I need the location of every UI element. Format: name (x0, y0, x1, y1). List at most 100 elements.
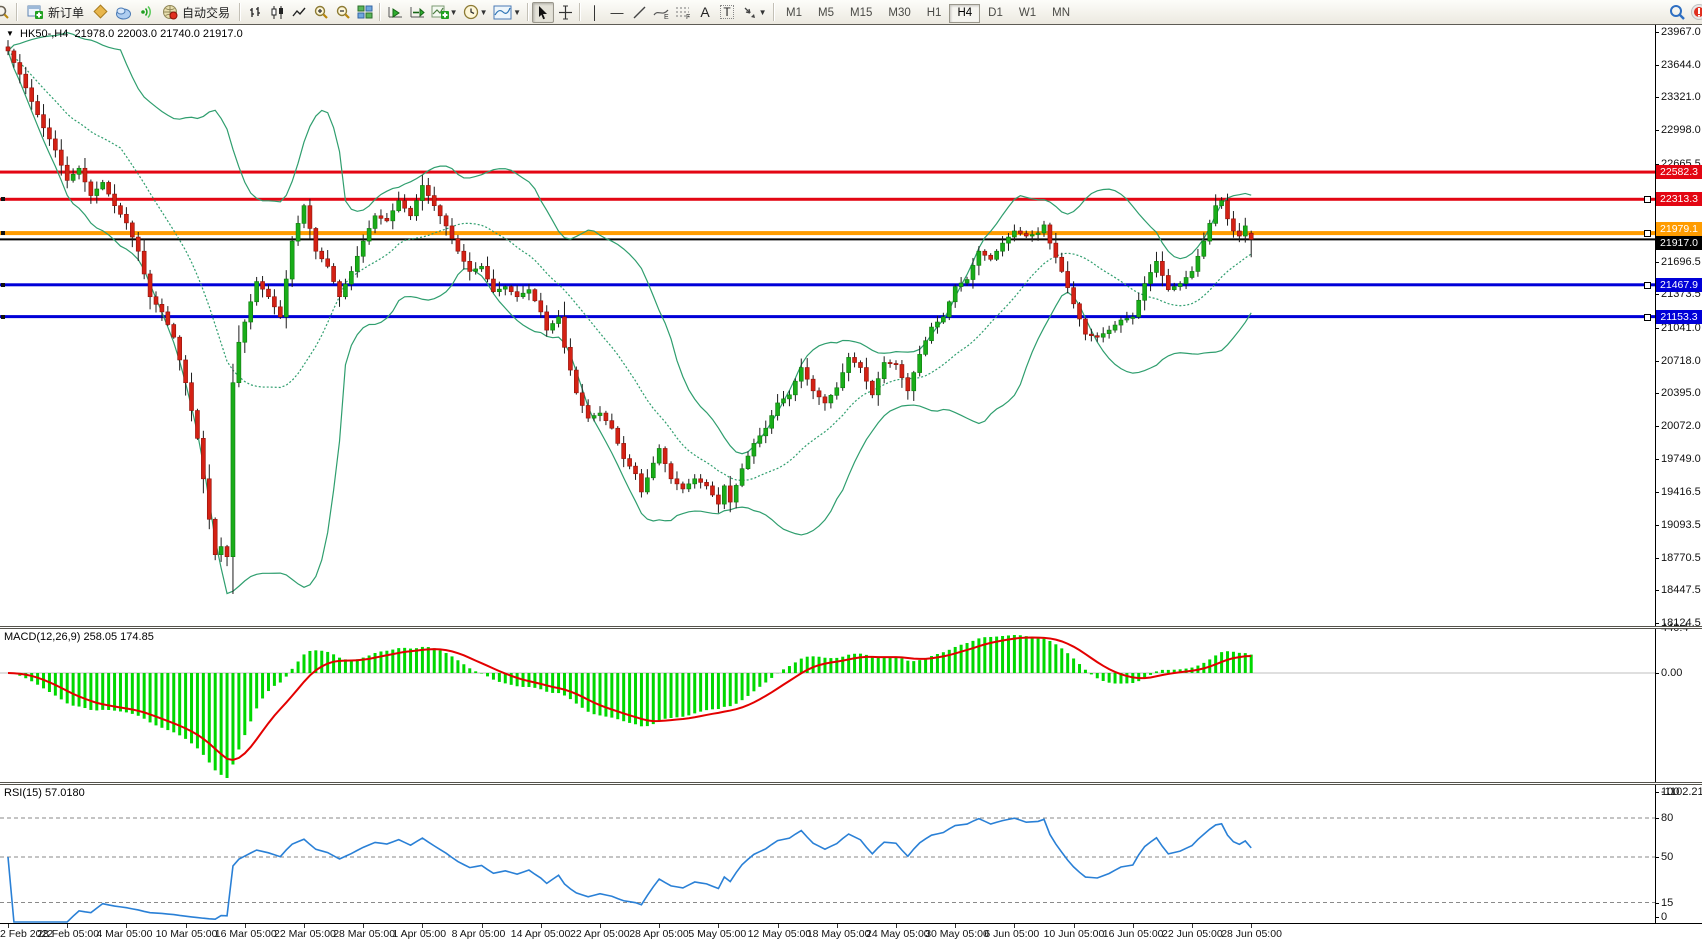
chart-shift-icon[interactable] (406, 2, 428, 23)
candle-body (1030, 235, 1034, 237)
timeframe-button-mn[interactable]: MN (1044, 4, 1078, 23)
crosshair-tool-icon[interactable] (554, 2, 576, 23)
candlestick-chart-type-icon[interactable] (266, 2, 288, 23)
price-axis[interactable] (1655, 25, 1656, 923)
line-left-handle[interactable] (1, 315, 5, 319)
candle-body (622, 443, 626, 458)
timeframe-button-h4[interactable]: H4 (949, 4, 980, 23)
vertical-line-tool-icon[interactable]: │ (584, 2, 606, 23)
timeframe-button-d1[interactable]: D1 (980, 4, 1011, 23)
candle-body (320, 251, 324, 259)
timeframes-clock-icon[interactable]: ▼ (460, 2, 490, 23)
arrows-tool-icon[interactable]: ▼ (738, 2, 770, 23)
candle-body (414, 201, 418, 216)
add-indicator-icon[interactable]: ▼ (428, 2, 460, 23)
new-order-button[interactable]: 新订单 (21, 1, 90, 24)
community-icon[interactable] (1688, 2, 1702, 23)
candle-body (580, 393, 584, 406)
hline-21153.3[interactable] (0, 315, 1655, 318)
hline-21979.1[interactable] (0, 231, 1655, 235)
timeframe-button-m30[interactable]: M30 (880, 4, 918, 23)
label-tool-icon[interactable]: T (716, 2, 738, 23)
candle-body (574, 370, 578, 393)
candle-body (1220, 201, 1224, 206)
time-axis-label: 22 Apr 05:00 (570, 928, 630, 940)
timeframe-button-m5[interactable]: M5 (810, 4, 842, 23)
timeframe-button-h1[interactable]: H1 (919, 4, 950, 23)
zoom-out-icon[interactable] (332, 2, 354, 23)
horizontal-line-tool-icon[interactable]: — (606, 2, 628, 23)
timeframe-button-w1[interactable]: W1 (1011, 4, 1044, 23)
candle-body (18, 63, 22, 75)
cursor-tool-icon[interactable] (532, 2, 554, 23)
profiles-icon[interactable] (112, 2, 134, 23)
zoom-in-icon[interactable] (310, 2, 332, 23)
bar-chart-type-icon[interactable] (244, 2, 266, 23)
fibonacci-tool-icon[interactable]: F (672, 2, 694, 23)
candle-body (450, 226, 454, 239)
tile-windows-icon[interactable] (354, 2, 376, 23)
time-axis[interactable]: 2 Feb 202228 Feb 05:004 Mar 05:0010 Mar … (0, 923, 1702, 943)
time-axis-label: 24 May 05:00 (866, 928, 930, 940)
templates-icon[interactable]: ▼ (490, 2, 524, 23)
signal-icon[interactable] (134, 2, 156, 23)
line-left-handle[interactable] (1, 197, 5, 201)
hline-21467.9[interactable] (0, 283, 1655, 286)
chart-title-ohlc: 21978.0 22003.0 21740.0 21917.0 (74, 28, 242, 40)
rsi-panel[interactable] (0, 785, 1655, 923)
equidistant-channel-tool-icon[interactable]: E (650, 2, 672, 23)
hline-22313.3[interactable] (0, 198, 1655, 201)
line-chart-type-icon[interactable] (288, 2, 310, 23)
main-price-panel[interactable] (0, 25, 1655, 626)
candle-body (302, 206, 306, 224)
candle-body (391, 211, 395, 221)
price-axis-label: 18447.5 (1661, 584, 1701, 596)
line-handle[interactable] (1644, 282, 1651, 289)
line-left-handle[interactable] (1, 231, 5, 235)
candle-body (172, 325, 176, 338)
timeframe-button-m1[interactable]: M1 (778, 4, 810, 23)
candle-body (716, 495, 720, 504)
candle-body (420, 185, 424, 200)
chart-print-preview-icon[interactable] (0, 2, 13, 23)
line-handle[interactable] (1644, 230, 1651, 237)
candle-body (858, 362, 862, 367)
time-axis-label: 16 Mar 05:00 (215, 928, 277, 940)
line-handle[interactable] (1644, 314, 1651, 321)
chevron-down-icon: ▼ (450, 8, 458, 17)
panel-separator[interactable] (0, 626, 1702, 629)
candle-body (894, 363, 898, 364)
candle-body (355, 256, 359, 271)
hline-21917[interactable] (0, 238, 1655, 240)
candle-body (397, 201, 401, 211)
rsi-axis-label: 100 (1661, 786, 1679, 798)
candle-body (728, 486, 732, 502)
autotrade-icon (162, 4, 178, 20)
time-axis-label: 10 Jun 05:00 (1044, 928, 1105, 940)
new-chart-icon[interactable] (90, 2, 112, 23)
candle-body (1231, 219, 1235, 231)
hline-22582.3[interactable] (0, 171, 1655, 174)
timeframe-button-m15[interactable]: M15 (842, 4, 880, 23)
text-tool-icon[interactable]: A (694, 2, 716, 23)
line-handle[interactable] (1644, 196, 1651, 203)
line-left-handle[interactable] (1, 283, 5, 287)
candle-body (959, 283, 963, 287)
rsi-axis-tick (1655, 792, 1659, 793)
candle-body (971, 265, 975, 279)
macd-panel[interactable] (0, 629, 1655, 783)
chart-window[interactable]: ▼ HK50-,H4 21978.0 22003.0 21740.0 21917… (0, 24, 1702, 943)
candle-body (1113, 325, 1117, 330)
auto-scroll-icon[interactable] (384, 2, 406, 23)
candle-body (823, 397, 827, 403)
panel-separator[interactable] (0, 782, 1702, 785)
search-icon[interactable] (1666, 2, 1688, 23)
symbol-dropdown-icon[interactable]: ▼ (6, 29, 14, 38)
autotrade-button[interactable]: 自动交易 (156, 1, 236, 24)
candle-body (89, 182, 93, 196)
trendline-tool-icon[interactable] (628, 2, 650, 23)
candle-body (1160, 261, 1164, 275)
time-axis-label: 6 Jun 05:00 (984, 928, 1039, 940)
candle-body (349, 271, 353, 284)
candle-body (113, 194, 117, 206)
